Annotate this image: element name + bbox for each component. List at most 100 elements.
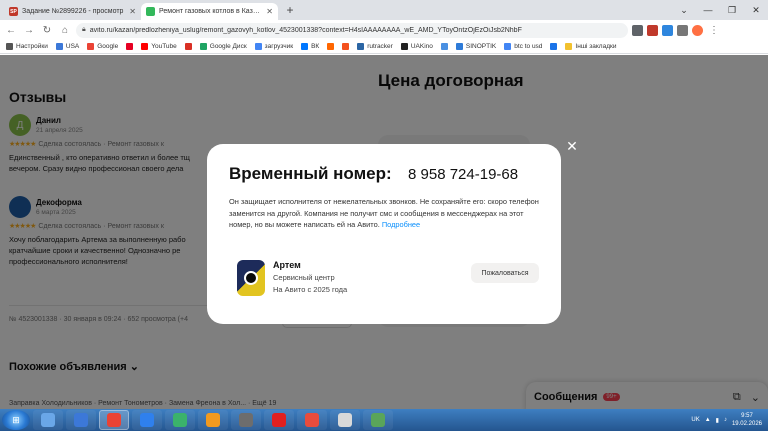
bookmark-label: SINOPTIK — [465, 43, 497, 50]
bookmark-item[interactable]: Google — [87, 43, 118, 50]
reload-icon[interactable]: ↻ — [40, 23, 54, 37]
taskbar-app[interactable] — [297, 410, 327, 430]
bookmark-icon — [504, 43, 512, 50]
app-icon — [74, 413, 88, 427]
extension-icon[interactable] — [632, 24, 643, 36]
extension-icon[interactable] — [647, 24, 658, 36]
bookmark-icon — [55, 43, 63, 50]
browser-toolbar: ← → ↻ ⌂ 🔒︎ avito.ru/kazan/predlozheniya_… — [0, 20, 768, 40]
app-icon — [140, 413, 154, 427]
maximize-icon[interactable]: ❐ — [720, 0, 744, 20]
bookmark-icon — [550, 43, 558, 50]
bookmark-label: Інші закладки — [575, 43, 617, 50]
bookmark-item[interactable] — [550, 43, 558, 50]
tab-favicon: SP — [9, 7, 18, 16]
complain-button[interactable]: Пожаловаться — [471, 263, 539, 283]
bookmark-item[interactable]: USA — [55, 43, 79, 50]
taskbar-app[interactable] — [198, 410, 228, 430]
bookmark-label: Google Диск — [209, 43, 247, 50]
bookmark-icon — [184, 43, 192, 50]
address-bar[interactable]: 🔒︎ avito.ru/kazan/predlozheniya_uslug/re… — [76, 22, 628, 38]
tray-arrow-icon[interactable]: ▲ — [705, 417, 711, 423]
seller-since: На Авито с 2025 года — [273, 285, 348, 294]
bookmark-item[interactable]: Google Диск — [199, 43, 247, 50]
app-icon — [107, 413, 121, 427]
bookmark-icon — [87, 43, 95, 50]
bookmark-icon — [565, 43, 573, 50]
profile-avatar[interactable] — [692, 24, 703, 36]
bookmark-icon — [199, 43, 207, 50]
app-icon — [239, 413, 253, 427]
tab-avito[interactable]: Ремонт газовых котлов в Казани ✕ — [141, 3, 278, 20]
extension-icon[interactable] — [662, 24, 673, 36]
bookmark-label: UAKino — [410, 43, 433, 50]
app-icon — [41, 413, 55, 427]
lock-icon: 🔒︎ — [82, 26, 86, 33]
puzzle-icon[interactable] — [677, 24, 688, 36]
start-button[interactable]: ⊞ — [2, 410, 30, 430]
close-icon[interactable]: ✕ — [565, 139, 579, 153]
app-icon — [173, 413, 187, 427]
clock-date: 19.02.2026 — [731, 421, 762, 427]
bookmark-item[interactable] — [126, 43, 134, 50]
bookmark-item[interactable]: SINOPTIK — [455, 43, 497, 50]
taskbar-app[interactable] — [363, 410, 393, 430]
bookmark-item[interactable] — [342, 43, 350, 50]
more-link[interactable]: Подробнее — [382, 220, 420, 229]
language-indicator[interactable]: UK — [691, 417, 699, 423]
back-icon[interactable]: ← — [4, 23, 18, 37]
screen: SP Задание №2899226 - просмотр ✕ Ремонт … — [0, 0, 768, 431]
tab-title: Ремонт газовых котлов в Казани — [159, 8, 263, 15]
menu-icon[interactable]: ⋮ — [707, 23, 721, 37]
bookmark-icon — [301, 43, 309, 50]
bookmark-item[interactable]: YouTube — [141, 43, 177, 50]
bookmark-item[interactable]: Настройки — [6, 43, 48, 50]
taskbar-app[interactable] — [330, 410, 360, 430]
bookmark-label: Настройки — [16, 43, 48, 50]
avatar[interactable] — [237, 260, 265, 296]
taskbar-app[interactable] — [264, 410, 294, 430]
new-tab-button[interactable]: + — [282, 3, 298, 19]
bookmark-item[interactable]: rutracker — [357, 43, 393, 50]
taskbar-app[interactable] — [231, 410, 261, 430]
bookmark-label: YouTube — [151, 43, 177, 50]
seller-name[interactable]: Артем — [273, 260, 347, 270]
taskbar-app[interactable] — [132, 410, 162, 430]
taskbar-app[interactable] — [33, 410, 63, 430]
seller-card: Артем Сервисный центр На Авито с 2025 го… — [237, 260, 347, 296]
taskbar-app[interactable] — [66, 410, 96, 430]
bookmark-icon — [126, 43, 134, 50]
bookmark-label: rutracker — [367, 43, 393, 50]
tab-title: Задание №2899226 - просмотр — [22, 8, 124, 15]
chevron-down-icon[interactable]: ⌄ — [672, 0, 696, 20]
network-icon[interactable]: ▮ — [716, 417, 719, 424]
bookmark-item[interactable] — [184, 43, 192, 50]
minimize-icon[interactable]: — — [696, 0, 720, 20]
clock[interactable]: 9:57 19.02.2026 — [732, 412, 762, 428]
close-icon[interactable]: ✕ — [266, 7, 273, 16]
tab-strip: SP Задание №2899226 - просмотр ✕ Ремонт … — [0, 0, 768, 20]
tab-task[interactable]: SP Задание №2899226 - просмотр ✕ — [4, 3, 141, 20]
close-window-icon[interactable]: ✕ — [744, 0, 768, 20]
bookmark-item[interactable]: загрузчик — [254, 43, 294, 50]
home-icon[interactable]: ⌂ — [58, 23, 72, 37]
taskbar: ⊞ UK ▲ ▮ ♪ 9:57 19.02.2026 — [0, 409, 768, 431]
bookmark-label: ВК — [311, 43, 320, 50]
close-icon[interactable]: ✕ — [129, 7, 136, 16]
volume-icon[interactable]: ♪ — [724, 417, 727, 423]
bookmark-icon — [141, 43, 149, 50]
bookmark-icon — [440, 43, 448, 50]
bookmark-item[interactable]: btc to usd — [504, 43, 542, 50]
bookmark-item[interactable]: ВК — [301, 43, 319, 50]
forward-icon[interactable]: → — [22, 23, 36, 37]
app-icon — [371, 413, 385, 427]
bookmark-item[interactable] — [327, 43, 335, 50]
bookmark-item[interactable]: UAKino — [400, 43, 433, 50]
bookmark-item[interactable] — [440, 43, 448, 50]
bookmark-item[interactable]: Інші закладки — [565, 43, 616, 50]
taskbar-app[interactable] — [99, 410, 129, 430]
taskbar-app[interactable] — [165, 410, 195, 430]
bookmark-label: загрузчик — [264, 43, 294, 50]
app-icon — [305, 413, 319, 427]
phone-number[interactable]: 8 958 724-19-68 — [408, 166, 518, 183]
